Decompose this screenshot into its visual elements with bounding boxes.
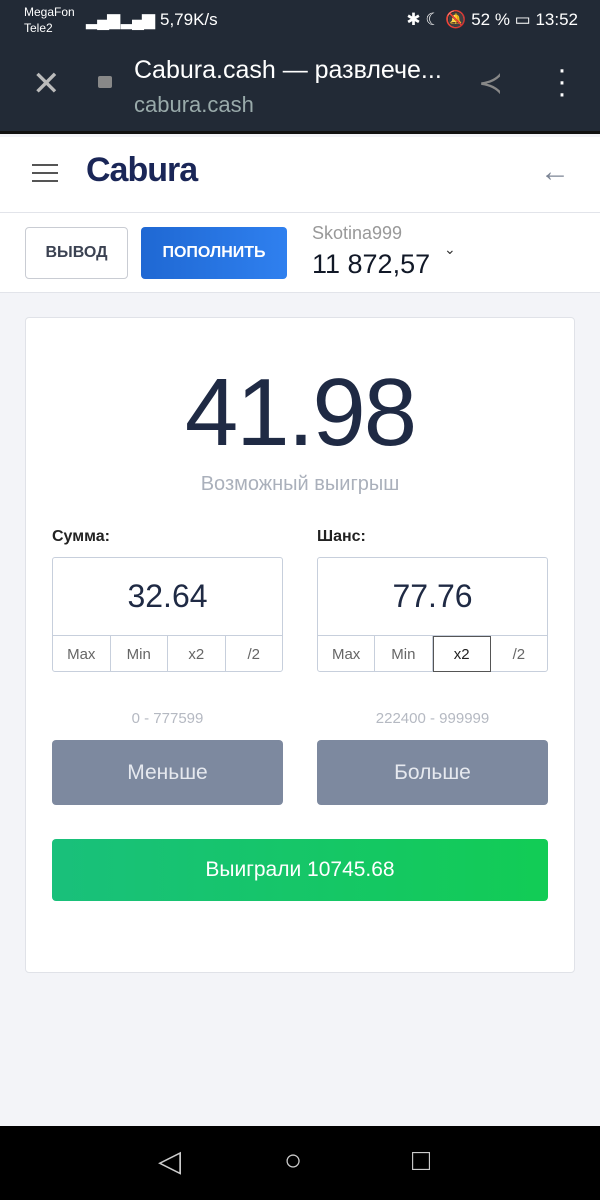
operators: MegaFon Tele2 <box>24 4 75 36</box>
amount-label: Сумма: <box>52 528 110 545</box>
low-range: 0 - 777599 <box>131 710 204 727</box>
amount-input[interactable]: 32.64 <box>53 558 282 636</box>
username: Skotina999 <box>312 223 403 243</box>
chance-half-button[interactable]: /2 <box>491 636 547 672</box>
bet-lower-button[interactable]: Меньше <box>52 740 283 805</box>
status-right: ✱ ☾ 🔕 52 % ▭ 13:52 <box>406 10 578 29</box>
logo[interactable]: Cabura <box>86 151 198 190</box>
signal-icon: ▂▄▆ ▂▄▆ <box>86 10 155 29</box>
lock-icon <box>98 76 112 88</box>
operator-1: MegaFon <box>24 5 75 19</box>
network-speed: 5,79K/s <box>160 10 218 29</box>
withdraw-button[interactable]: ВЫВОД <box>25 227 128 279</box>
amount-max-button[interactable]: Max <box>53 636 111 672</box>
share-icon[interactable]: ≺ <box>478 66 503 101</box>
back-arrow-icon[interactable]: ← <box>540 155 570 189</box>
back-triangle-icon[interactable]: ◁ <box>158 1144 181 1179</box>
amount-double-button[interactable]: x2 <box>168 636 226 672</box>
amount-half-button[interactable]: /2 <box>226 636 283 672</box>
high-range: 222400 - 999999 <box>375 710 490 727</box>
dice-game-card: 41.98 Возможный выигрыш Сумма: 32.64 Max… <box>25 317 575 973</box>
operator-2: Tele2 <box>24 21 53 35</box>
chance-min-button[interactable]: Min <box>375 636 433 672</box>
potential-win-label: Возможный выигрыш <box>200 473 400 495</box>
potential-win-value: 41.98 <box>184 359 417 466</box>
amount-field: 32.64 Max Min x2 /2 <box>52 557 283 672</box>
hamburger-icon[interactable] <box>32 164 58 188</box>
page-url[interactable]: cabura.cash <box>134 92 254 118</box>
browser-toolbar: ✕ Cabura.cash — развлече... cabura.cash … <box>0 40 600 134</box>
close-icon[interactable]: ✕ <box>32 64 61 104</box>
chance-max-button[interactable]: Max <box>318 636 376 672</box>
result-banner: Выиграли 10745.68 <box>52 839 548 901</box>
balance: 11 872,57 <box>312 249 431 279</box>
clock: 13:52 <box>535 10 578 29</box>
bet-higher-button[interactable]: Больше <box>317 740 548 805</box>
account-bar: ВЫВОД ПОПОЛНИТЬ Skotina999 11 872,57 ⌄ <box>0 213 600 293</box>
chevron-down-icon[interactable]: ⌄ <box>444 241 456 258</box>
home-circle-icon[interactable]: ○ <box>284 1144 302 1178</box>
page-title: Cabura.cash — развлече... <box>134 56 442 84</box>
amount-min-button[interactable]: Min <box>111 636 168 672</box>
site-header: Cabura ← <box>0 137 600 213</box>
android-nav-bar: ◁ ○ □ <box>0 1126 600 1200</box>
status-bar: MegaFon Tele2 ▂▄▆ ▂▄▆ 5,79K/s ✱ ☾ 🔕 52 % … <box>0 0 600 40</box>
battery-level: 52 % <box>471 10 510 29</box>
chance-input[interactable]: 77.76 <box>318 558 547 636</box>
deposit-button[interactable]: ПОПОЛНИТЬ <box>141 227 287 279</box>
menu-icon[interactable]: · · · <box>556 55 568 109</box>
chance-double-button[interactable]: x2 <box>432 636 491 672</box>
chance-label: Шанс: <box>317 528 366 545</box>
chance-field: 77.76 Max Min x2 /2 <box>317 557 548 672</box>
recents-square-icon[interactable]: □ <box>412 1144 430 1178</box>
